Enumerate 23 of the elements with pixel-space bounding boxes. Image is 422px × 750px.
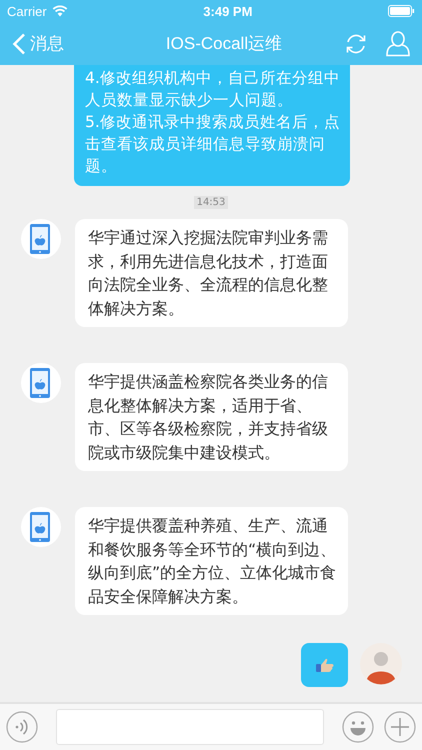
message-bubble: 华宇通过深入挖掘法院审判业务需求，利用先进信息化技术，打造面向法院全业务、全流程的信息化整体解决方案。 (75, 219, 348, 327)
add-icon[interactable] (384, 711, 416, 743)
back-button[interactable]: 消息 (12, 32, 122, 55)
message-bubble: 华宇提供涵盖检察院各类业务的信息化整体解决方案，适用于省、市、区等各级检察院，并支持省级院或市级院集中建设模式。 (75, 363, 348, 471)
timestamp: 14:53 (194, 196, 228, 209)
emoji-icon[interactable] (342, 711, 374, 743)
message-bubble: 4.修改组织机构中，自己所在分组中 人员数量显示缺少一人问题。 5.修改通讯录中搜索成员姓名后，点 击查看该成员详细信息导致崩溃问 题。 (74, 65, 350, 186)
voice-icon[interactable] (6, 711, 38, 743)
tablet-avatar-icon (21, 363, 61, 403)
user-avatar-icon (360, 643, 402, 685)
tablet-avatar-icon (21, 507, 61, 547)
status-time: 3:49 PM (203, 4, 252, 18)
chevron-left-icon (12, 32, 26, 54)
message-bubble: 华宇提供覆盖种养殖、生产、流通和餐饮服务等全环节的“横向到边、纵向到底”的全方位、立体化城市食品安全保障解决方案。 (75, 507, 348, 615)
refresh-icon[interactable] (344, 32, 368, 56)
carrier-label: Carrier (7, 4, 47, 18)
wifi-icon (52, 5, 68, 17)
profile-icon[interactable] (386, 30, 410, 56)
chat-title: IOS-Cocall运维 (164, 33, 284, 55)
tablet-avatar-icon (21, 219, 61, 259)
battery-icon (388, 5, 415, 17)
thumbs-up-icon (316, 658, 334, 672)
message-input-field[interactable] (56, 709, 324, 745)
